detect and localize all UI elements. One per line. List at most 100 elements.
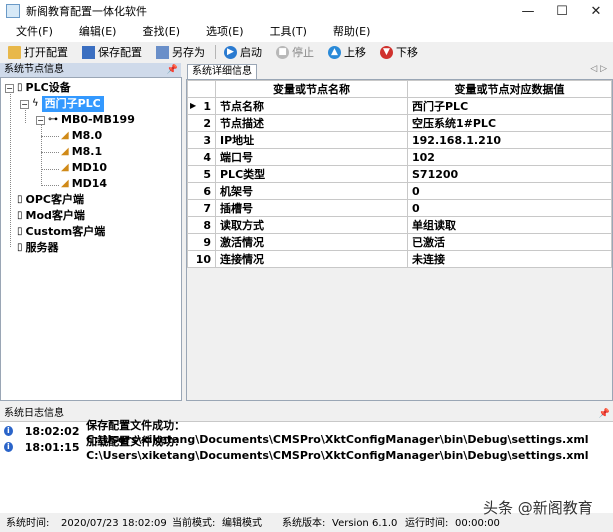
status-time: 2020/07/23 18:02:09	[61, 518, 167, 529]
table-row[interactable]: 4 端口号 102	[187, 148, 612, 166]
status-time-label: 系统时间:	[6, 518, 50, 529]
menu-find[interactable]: 查找(E)	[134, 22, 188, 42]
cell-value[interactable]: 西门子PLC	[407, 97, 612, 115]
cell-name[interactable]: PLC类型	[215, 165, 408, 183]
menu-options[interactable]: 选项(E)	[198, 22, 252, 42]
table-row[interactable]: 9 激活情况 已激活	[187, 233, 612, 251]
stop-label: 停止	[292, 46, 314, 59]
cell-name[interactable]: 节点描述	[215, 114, 408, 132]
tree-node-var[interactable]: ◢ M8.1	[61, 144, 102, 160]
tree-line	[41, 124, 42, 186]
row-number: 4	[187, 148, 216, 166]
tree-node-label: M8.0	[71, 129, 103, 142]
variable-icon: ◢	[61, 146, 69, 157]
table-row[interactable]: 2 节点描述 空压系统1#PLC	[187, 114, 612, 132]
tree-node-custom-client[interactable]: ▯ Custom客户端	[5, 224, 105, 240]
cell-name[interactable]: IP地址	[215, 131, 408, 149]
column-header-name[interactable]: 变量或节点名称	[215, 80, 408, 98]
log-time: 18:02:02	[24, 424, 80, 438]
cell-value[interactable]: 102	[407, 148, 612, 166]
current-row-icon: ▶	[190, 101, 197, 110]
row-number-label: 6	[203, 184, 211, 198]
usb-icon: ⊶	[48, 114, 58, 125]
cell-value[interactable]: 空压系统1#PLC	[407, 114, 612, 132]
collapse-icon[interactable]: −	[20, 99, 29, 109]
cell-name[interactable]: 插槽号	[215, 199, 408, 217]
tree-node-mb-group[interactable]: − ⊶ MB0-MB199	[36, 112, 135, 128]
cell-name[interactable]: 激活情况	[215, 233, 408, 251]
table-row[interactable]: 3 IP地址 192.168.1.210	[187, 131, 612, 149]
open-config-button[interactable]: 打开配置	[4, 43, 72, 61]
tree-node-label: Mod客户端	[25, 209, 85, 222]
tree-node-var[interactable]: ◢ MD10	[61, 160, 107, 176]
table-row[interactable]: ▶ 1 节点名称 西门子PLC	[187, 97, 612, 115]
tree-node-label: M8.1	[71, 145, 103, 158]
log-panel-title: 系统日志信息	[4, 408, 64, 419]
cell-name[interactable]: 读取方式	[215, 216, 408, 234]
tree-node-server[interactable]: ▯ 服务器	[5, 240, 59, 256]
row-number-label: 8	[203, 218, 211, 232]
table-row[interactable]: 8 读取方式 单组读取	[187, 216, 612, 234]
save-config-button[interactable]: 保存配置	[78, 43, 146, 61]
cell-name[interactable]: 端口号	[215, 148, 408, 166]
cell-value[interactable]: 单组读取	[407, 216, 612, 234]
menu-file[interactable]: 文件(F)	[8, 22, 61, 42]
tree-node-plc-devices[interactable]: − ▯ PLC设备	[5, 80, 71, 96]
row-number-label: 2	[203, 116, 211, 130]
row-number-label: 5	[203, 167, 211, 181]
arrow-down-icon: ▼	[380, 45, 393, 59]
cell-value[interactable]: 0	[407, 199, 612, 217]
row-number: 8	[187, 216, 216, 234]
window-controls: — ☐ ✕	[511, 0, 613, 22]
save-as-icon	[156, 45, 169, 59]
tree-node-opc-client[interactable]: ▯ OPC客户端	[5, 192, 84, 208]
move-down-button[interactable]: ▼ 下移	[376, 43, 422, 61]
move-up-button[interactable]: ▲ 上移	[324, 43, 370, 61]
stop-button[interactable]: ■ 停止	[272, 43, 318, 61]
folder-icon: ▯	[17, 210, 23, 221]
tree-node-mod-client[interactable]: ▯ Mod客户端	[5, 208, 85, 224]
close-button[interactable]: ✕	[579, 0, 613, 22]
tab-scroll-arrows[interactable]: ◁ ▷	[590, 64, 607, 74]
tree-line	[41, 136, 59, 137]
menu-edit[interactable]: 编辑(E)	[71, 22, 125, 42]
tree-node-siemens-plc[interactable]: − ϟ 西门子PLC	[20, 96, 104, 112]
minimize-button[interactable]: —	[511, 0, 545, 22]
collapse-icon[interactable]: −	[5, 83, 14, 93]
tree-node-var[interactable]: ◢ MD14	[61, 176, 107, 192]
cell-value[interactable]: 已激活	[407, 233, 612, 251]
tab-system-detail[interactable]: 系统详细信息	[187, 64, 257, 79]
cell-name[interactable]: 连接情况	[215, 250, 408, 268]
table-row[interactable]: 10 连接情况 未连接	[187, 250, 612, 268]
table-row[interactable]: 5 PLC类型 S71200	[187, 165, 612, 183]
table-row[interactable]: 6 机架号 0	[187, 182, 612, 200]
tree-node-label: Custom客户端	[25, 225, 106, 238]
start-button[interactable]: ▶ 启动	[220, 43, 266, 61]
collapse-icon[interactable]: −	[36, 115, 45, 125]
menu-tools[interactable]: 工具(T)	[262, 22, 315, 42]
save-as-label: 另存为	[172, 46, 205, 59]
node-tree: − ▯ PLC设备 − ϟ 西门子PLC − ⊶ MB0-MB199 ◢ M8.…	[0, 77, 182, 401]
info-icon: i	[4, 442, 13, 452]
row-number: ▶ 1	[187, 97, 216, 115]
move-up-label: 上移	[344, 46, 366, 59]
cell-value[interactable]: 192.168.1.210	[407, 131, 612, 149]
tree-node-label: PLC设备	[25, 81, 71, 94]
pin-icon[interactable]: 📌	[167, 63, 178, 77]
tree-node-label: MD10	[71, 161, 108, 174]
row-number-label: 9	[203, 235, 211, 249]
cell-value[interactable]: 未连接	[407, 250, 612, 268]
variable-icon: ◢	[61, 178, 69, 189]
tree-node-var[interactable]: ◢ M8.0	[61, 128, 102, 144]
cell-value[interactable]: 0	[407, 182, 612, 200]
menu-help[interactable]: 帮助(E)	[325, 22, 379, 42]
maximize-button[interactable]: ☐	[545, 0, 579, 22]
table-row[interactable]: 7 插槽号 0	[187, 199, 612, 217]
cell-value[interactable]: S71200	[407, 165, 612, 183]
column-header-value[interactable]: 变量或节点对应数据值	[407, 80, 612, 98]
cell-name[interactable]: 节点名称	[215, 97, 408, 115]
variable-icon: ◢	[61, 162, 69, 173]
cell-name[interactable]: 机架号	[215, 182, 408, 200]
save-as-button[interactable]: 另存为	[152, 43, 209, 61]
folder-icon: ▯	[17, 226, 23, 237]
